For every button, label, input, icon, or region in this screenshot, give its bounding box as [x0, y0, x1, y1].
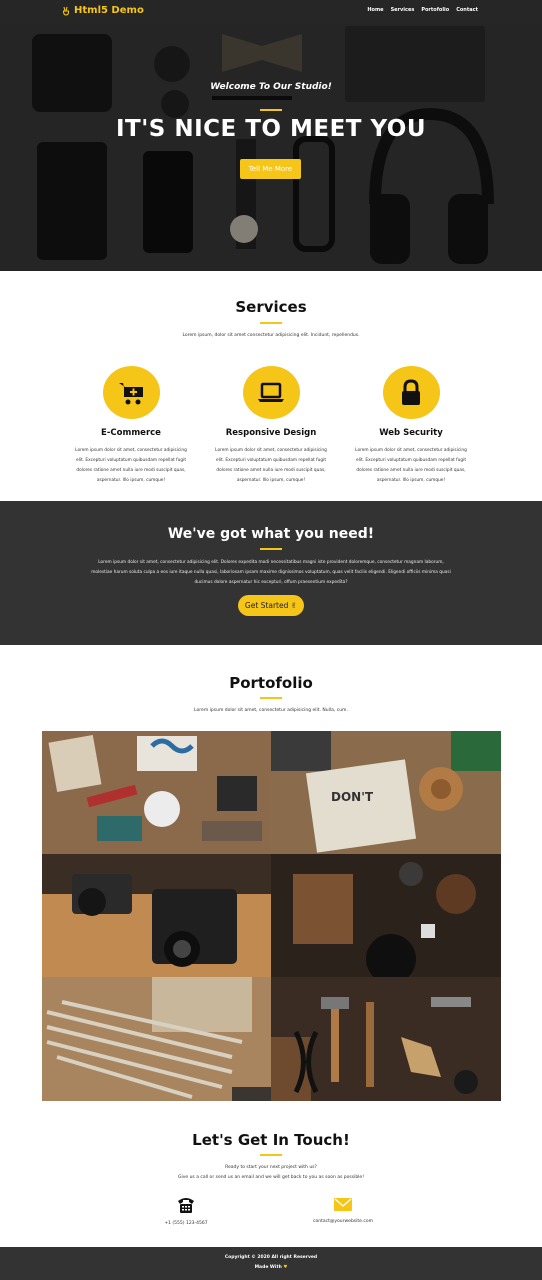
portfolio-item[interactable]: [42, 977, 271, 1101]
contact-phone-number: +1 (555) 123-4567: [164, 1221, 208, 1226]
footer: Copyright © 2020 All right Reserved Made…: [0, 1247, 542, 1280]
heart-icon: ♥: [283, 1265, 288, 1270]
peace-hand-icon: ✌: [290, 601, 298, 610]
phone-icon: [178, 1198, 194, 1213]
nav-link-services[interactable]: Services: [391, 7, 415, 13]
portfolio-item[interactable]: [271, 977, 501, 1101]
contact-title: Let's Get In Touch!: [192, 1131, 350, 1149]
portfolio-image-notebook: DON'T: [271, 731, 501, 854]
hero-overlay: [0, 24, 542, 271]
portfolio-item[interactable]: [42, 854, 271, 977]
portfolio-image-stationery: [42, 731, 271, 854]
lock-icon: [402, 378, 420, 405]
contact-phone[interactable]: +1 (555) 123-4567: [151, 1196, 221, 1226]
laptop-icon: [258, 382, 284, 402]
service-description: Lorem ipsum dolor sit amet, consectetur …: [75, 448, 187, 483]
portfolio-item[interactable]: [271, 854, 501, 977]
promo-text: Lorem ipsum dolor sit amet, consectetur …: [91, 560, 451, 585]
service-description: Lorem ipsum dolor sit amet, consectetur …: [355, 448, 467, 483]
nav-links: Home Services Portofolio Contact: [367, 7, 478, 13]
get-started-button[interactable]: Get Started ✌: [238, 595, 304, 616]
hero-section: Welcome To Our Studio! IT'S NICE TO MEET…: [0, 24, 542, 271]
tell-me-more-button[interactable]: Tell Me More: [240, 159, 301, 179]
hero-subtitle: Welcome To Our Studio!: [210, 82, 332, 92]
footer-made-with: Made With ♥: [0, 1265, 542, 1270]
portfolio-grid: DON'T: [42, 731, 501, 1101]
contact-divider: [260, 1154, 282, 1156]
portfolio-image-tools: [271, 977, 501, 1101]
promo-divider: [260, 548, 282, 550]
service-icon-circle: [382, 366, 440, 419]
service-security: Web Security Lorem ipsum dolor sit amet,…: [341, 366, 481, 486]
portfolio-title: Portofolio: [229, 674, 313, 692]
service-responsive: Responsive Design Lorem ipsum dolor sit …: [201, 366, 341, 486]
contact-email-address: contact@yourwebsite.com: [313, 1219, 373, 1224]
portfolio-image-kitchen: [271, 854, 501, 977]
brand-logo[interactable]: Html5 Demo: [61, 5, 144, 16]
portfolio-image-pencils: [42, 977, 271, 1101]
portfolio-divider: [260, 697, 282, 699]
service-description: Lorem ipsum dolor sit amet, consectetur …: [215, 448, 327, 483]
services-title: Services: [235, 298, 307, 316]
contact-email[interactable]: contact@yourwebsite.com: [298, 1197, 388, 1224]
footer-made-with-label: Made With: [254, 1265, 282, 1270]
services-subtitle: Lorem ipsum, dolor sit amet consectetur …: [182, 333, 360, 338]
get-started-label: Get Started: [244, 601, 289, 610]
hero-title: IT'S NICE TO MEET YOU: [115, 116, 427, 142]
portfolio-subtitle: Lorem ipsum dolor sit amet, consectetur …: [194, 708, 348, 713]
peace-hand-icon: [62, 6, 70, 16]
portfolio-item[interactable]: DON'T: [271, 731, 501, 854]
cart-plus-icon: [119, 382, 143, 404]
portfolio-item[interactable]: [42, 731, 271, 854]
service-name: E-Commerce: [101, 428, 161, 438]
contact-line-1: Ready to start your next project with us…: [225, 1165, 317, 1170]
nav-link-portofolio[interactable]: Portofolio: [421, 7, 449, 13]
portfolio-image-cameras: [42, 854, 271, 977]
services-divider: [260, 322, 282, 324]
nav-link-contact[interactable]: Contact: [456, 7, 478, 13]
navbar: Html5 Demo Home Services Portofolio Cont…: [0, 0, 542, 24]
envelope-icon: [334, 1198, 352, 1211]
service-name: Web Security: [379, 428, 443, 438]
nav-link-home[interactable]: Home: [367, 7, 383, 13]
contact-line-2: Give us a call or send us an email and w…: [177, 1175, 365, 1180]
hero-divider: [260, 109, 282, 111]
footer-copyright: Copyright © 2020 All right Reserved: [224, 1255, 318, 1260]
svg-text:DON'T: DON'T: [331, 790, 374, 804]
service-icon-circle: [242, 366, 300, 419]
brand-name: Html5 Demo: [74, 5, 144, 16]
service-name: Responsive Design: [225, 428, 317, 438]
promo-section: We've got what you need! Lorem ipsum dol…: [0, 501, 542, 645]
service-icon-circle: [102, 366, 160, 419]
promo-title: We've got what you need!: [167, 526, 375, 542]
service-ecommerce: E-Commerce Lorem ipsum dolor sit amet, c…: [61, 366, 201, 486]
